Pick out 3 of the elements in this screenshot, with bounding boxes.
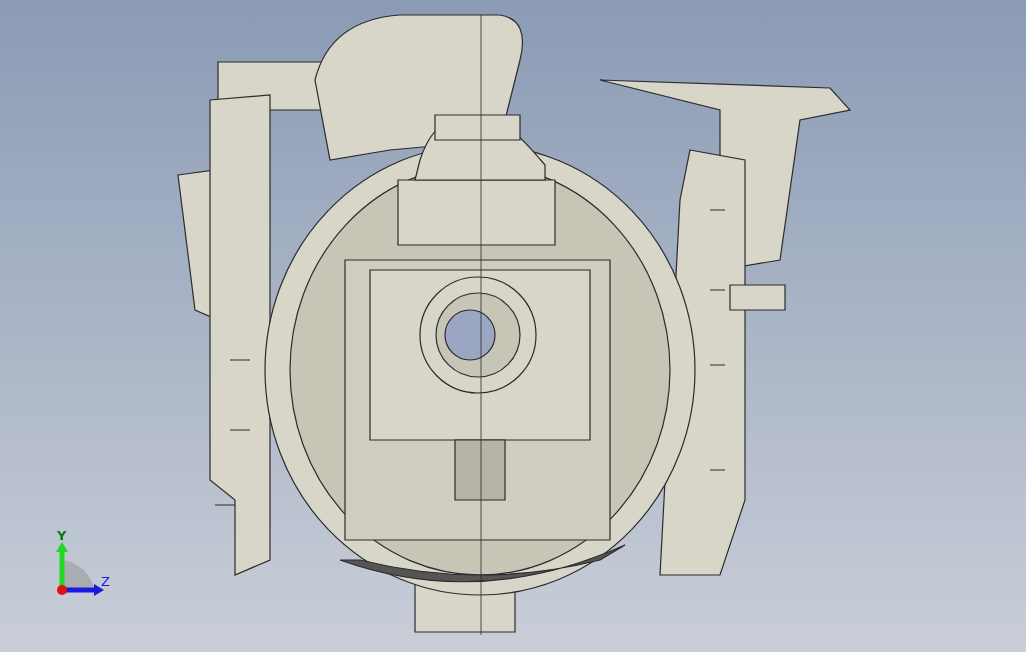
axis-label: Z [101, 574, 110, 589]
axis-label: Y [57, 528, 67, 543]
cad-viewport[interactable]: Y Z [0, 0, 1026, 652]
